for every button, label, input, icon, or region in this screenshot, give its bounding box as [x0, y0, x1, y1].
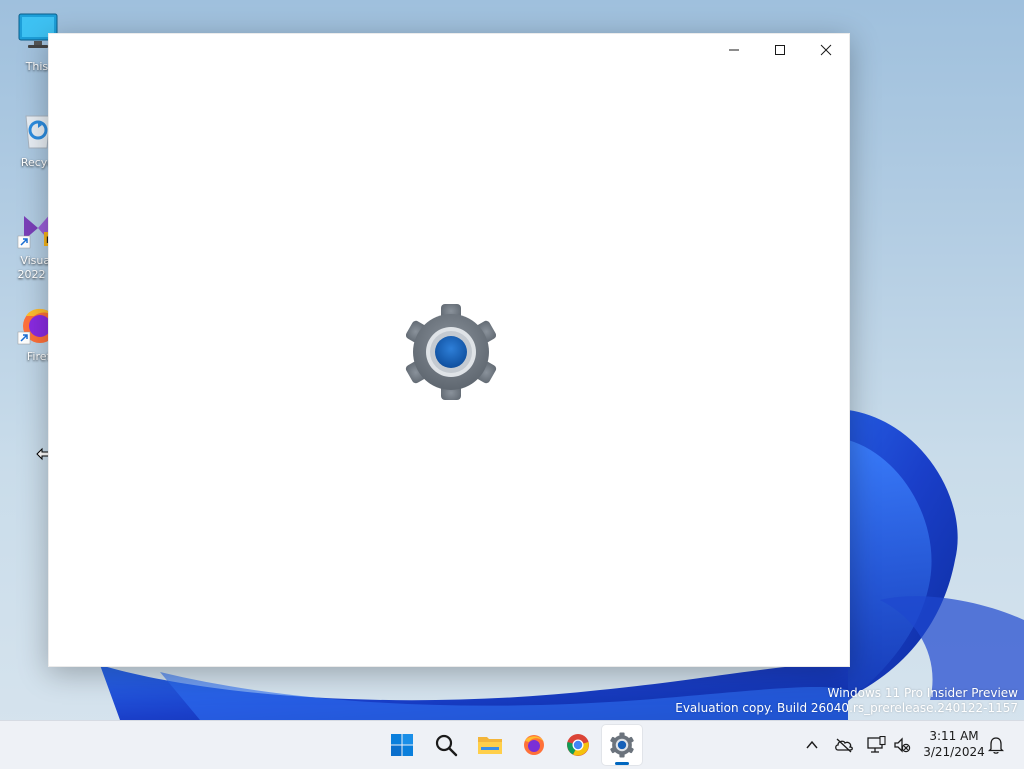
- close-button[interactable]: [803, 34, 849, 66]
- firefox-icon: [524, 735, 544, 755]
- watermark-line-1: Windows 11 Pro Insider Preview: [827, 686, 1018, 700]
- minimize-button[interactable]: [711, 34, 757, 66]
- notification-center-button[interactable]: [984, 733, 1008, 757]
- active-app-indicator: [615, 762, 629, 765]
- firefox-taskbar-button[interactable]: [514, 725, 554, 765]
- settings-window[interactable]: [48, 33, 850, 667]
- clock-date: 3/21/2024: [923, 745, 985, 759]
- chrome-taskbar-button[interactable]: [558, 725, 598, 765]
- search-icon: [435, 734, 458, 757]
- start-button[interactable]: [382, 725, 422, 765]
- taskbar: 3:11 AM 3/21/2024: [0, 720, 1024, 769]
- file-explorer-button[interactable]: [470, 725, 510, 765]
- volume-muted-icon: [894, 737, 911, 753]
- show-hidden-icons-button[interactable]: [800, 733, 824, 757]
- windows-logo-icon: [391, 734, 413, 756]
- maximize-button[interactable]: [757, 34, 803, 66]
- folder-icon: [478, 737, 502, 754]
- close-icon: [820, 44, 832, 56]
- network-tray-button[interactable]: [864, 733, 888, 757]
- settings-gear-icon: [610, 732, 634, 758]
- onedrive-tray-button[interactable]: [832, 733, 856, 757]
- clock-time: 3:11 AM: [929, 729, 979, 743]
- evaluation-watermark: Windows 11 Pro Insider Preview Evaluatio…: [675, 686, 1018, 716]
- minimize-icon: [729, 49, 739, 51]
- chevron-up-icon: [806, 740, 818, 749]
- settings-gear-icon: [405, 304, 497, 400]
- clock[interactable]: 3:11 AM 3/21/2024: [918, 728, 990, 760]
- volume-tray-button[interactable]: [890, 733, 914, 757]
- search-button[interactable]: [426, 725, 466, 765]
- maximize-icon: [775, 45, 785, 55]
- onedrive-offline-icon: [835, 738, 853, 753]
- bell-icon: [988, 737, 1004, 754]
- settings-taskbar-button[interactable]: [602, 725, 642, 765]
- watermark-line-2: Evaluation copy. Build 26040.rs_prerelea…: [675, 701, 1018, 715]
- chrome-icon: [567, 734, 589, 756]
- network-icon: [867, 736, 886, 753]
